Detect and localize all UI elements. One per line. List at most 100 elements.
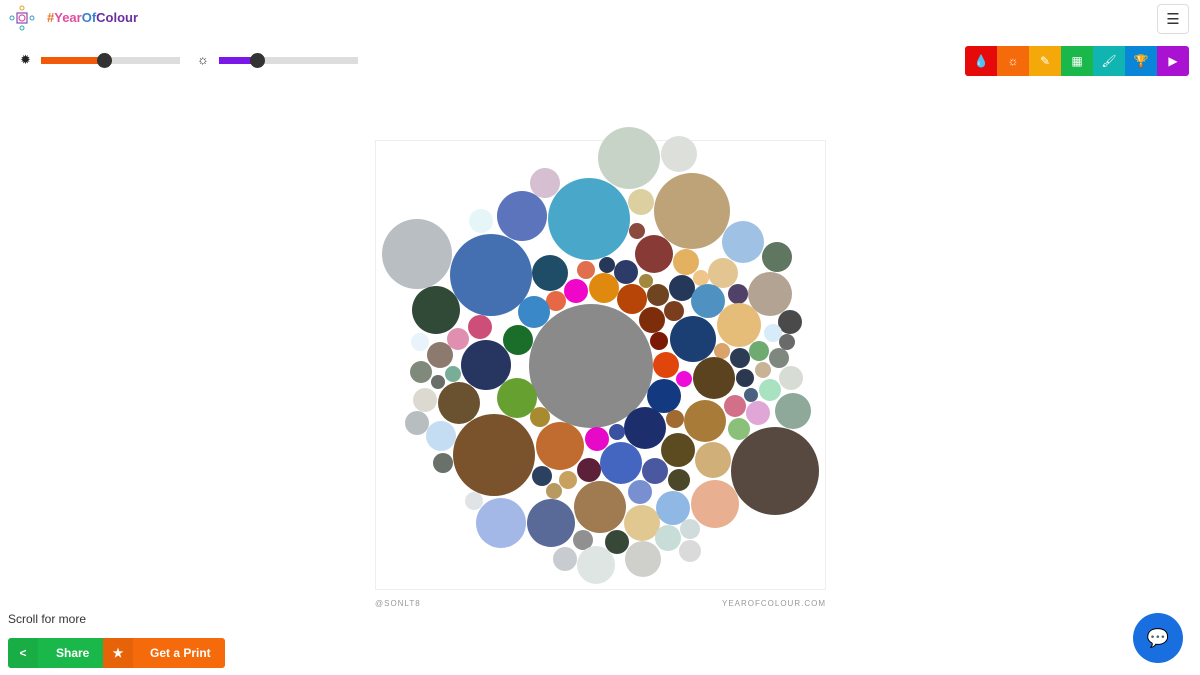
color-bubble[interactable] (656, 491, 690, 525)
color-bubble[interactable] (693, 270, 709, 286)
color-bubble[interactable] (635, 235, 673, 273)
color-bubble[interactable] (532, 466, 552, 486)
color-bubble[interactable] (614, 260, 638, 284)
color-bubble[interactable] (497, 378, 537, 418)
color-bubble[interactable] (748, 272, 792, 316)
color-bubble[interactable] (412, 286, 460, 334)
color-bubble[interactable] (577, 458, 601, 482)
color-bubble[interactable] (679, 540, 701, 562)
color-bubble[interactable] (759, 379, 781, 401)
color-bubble[interactable] (598, 127, 660, 189)
color-bubble[interactable] (431, 375, 445, 389)
color-bubble[interactable] (447, 328, 469, 350)
chat-button[interactable]: 💬 (1133, 613, 1183, 663)
color-bubble[interactable] (536, 422, 584, 470)
color-bubble[interactable] (647, 284, 669, 306)
color-bubble[interactable] (693, 357, 735, 399)
color-bubble[interactable] (655, 525, 681, 551)
color-bubble[interactable] (574, 481, 626, 533)
color-bubble[interactable] (691, 284, 725, 318)
color-bubble[interactable] (654, 173, 730, 249)
color-bubble[interactable] (664, 301, 684, 321)
color-bubble[interactable] (553, 547, 577, 571)
color-bubble[interactable] (413, 388, 437, 412)
color-bubble[interactable] (465, 492, 483, 510)
color-bubble[interactable] (722, 221, 764, 263)
color-bubble[interactable] (427, 342, 453, 368)
color-bubble[interactable] (647, 379, 681, 413)
color-bubble[interactable] (639, 307, 665, 333)
credit-author[interactable]: @SONLT8 (375, 599, 421, 608)
color-bubble[interactable] (530, 168, 560, 198)
color-bubble[interactable] (476, 498, 526, 548)
color-bubble[interactable] (676, 371, 692, 387)
color-bubble[interactable] (453, 414, 535, 496)
color-bubble[interactable] (717, 303, 761, 347)
color-bubble[interactable] (680, 519, 700, 539)
color-bubble[interactable] (546, 483, 562, 499)
color-bubble[interactable] (450, 234, 532, 316)
color-bubble[interactable] (728, 284, 748, 304)
color-bubble[interactable] (411, 333, 429, 351)
color-bubble[interactable] (695, 442, 731, 478)
color-bubble[interactable] (461, 340, 511, 390)
color-bubble[interactable] (585, 427, 609, 451)
share-button[interactable]: < Share (8, 638, 103, 668)
color-bubble[interactable] (625, 541, 661, 577)
color-bubble[interactable] (628, 480, 652, 504)
color-bubble[interactable] (405, 411, 429, 435)
color-bubble[interactable] (599, 257, 615, 273)
color-bubble[interactable] (769, 348, 789, 368)
color-bubble[interactable] (724, 395, 746, 417)
color-bubble[interactable] (497, 191, 547, 241)
color-bubble[interactable] (605, 530, 629, 554)
color-bubble[interactable] (577, 261, 595, 279)
color-bubble[interactable] (577, 546, 615, 584)
color-bubble[interactable] (527, 499, 575, 547)
color-bubble[interactable] (518, 296, 550, 328)
color-bubble[interactable] (629, 223, 645, 239)
color-bubble[interactable] (653, 352, 679, 378)
color-bubble[interactable] (438, 382, 480, 424)
color-bubble[interactable] (779, 334, 795, 350)
color-bubble[interactable] (728, 418, 750, 440)
color-bubble[interactable] (669, 275, 695, 301)
color-bubble[interactable] (600, 442, 642, 484)
color-bubble[interactable] (684, 400, 726, 442)
color-bubble[interactable] (764, 324, 782, 342)
color-bubble[interactable] (730, 348, 750, 368)
color-bubble[interactable] (410, 361, 432, 383)
color-bubble[interactable] (530, 407, 550, 427)
get-print-button[interactable]: ★ Get a Print (103, 638, 225, 668)
color-bubble[interactable] (779, 366, 803, 390)
color-bubble[interactable] (469, 209, 493, 233)
color-bubble[interactable] (503, 325, 533, 355)
color-bubble[interactable] (666, 410, 684, 428)
color-bubble[interactable] (650, 332, 668, 350)
color-bubble[interactable] (746, 401, 770, 425)
color-bubble[interactable] (445, 366, 461, 382)
color-bubble[interactable] (749, 341, 769, 361)
color-bubble[interactable] (382, 219, 452, 289)
credit-site[interactable]: YEAROFCOLOUR.COM (722, 599, 826, 608)
color-bubble[interactable] (762, 242, 792, 272)
color-bubble[interactable] (775, 393, 811, 429)
color-bubble[interactable] (736, 369, 754, 387)
color-bubble[interactable] (617, 284, 647, 314)
color-bubble[interactable] (532, 255, 568, 291)
color-bubble[interactable] (744, 388, 758, 402)
color-bubble[interactable] (708, 258, 738, 288)
color-bubble[interactable] (609, 424, 625, 440)
color-bubble[interactable] (668, 469, 690, 491)
color-bubble[interactable] (468, 315, 492, 339)
color-bubble[interactable] (714, 343, 730, 359)
color-bubble[interactable] (548, 178, 630, 260)
color-bubble[interactable] (564, 279, 588, 303)
color-bubble[interactable] (624, 407, 666, 449)
color-bubble[interactable] (755, 362, 771, 378)
color-bubble[interactable] (673, 249, 699, 275)
color-bubble[interactable] (529, 304, 653, 428)
color-bubble[interactable] (433, 453, 453, 473)
color-bubble[interactable] (661, 136, 697, 172)
color-bubble[interactable] (639, 274, 653, 288)
